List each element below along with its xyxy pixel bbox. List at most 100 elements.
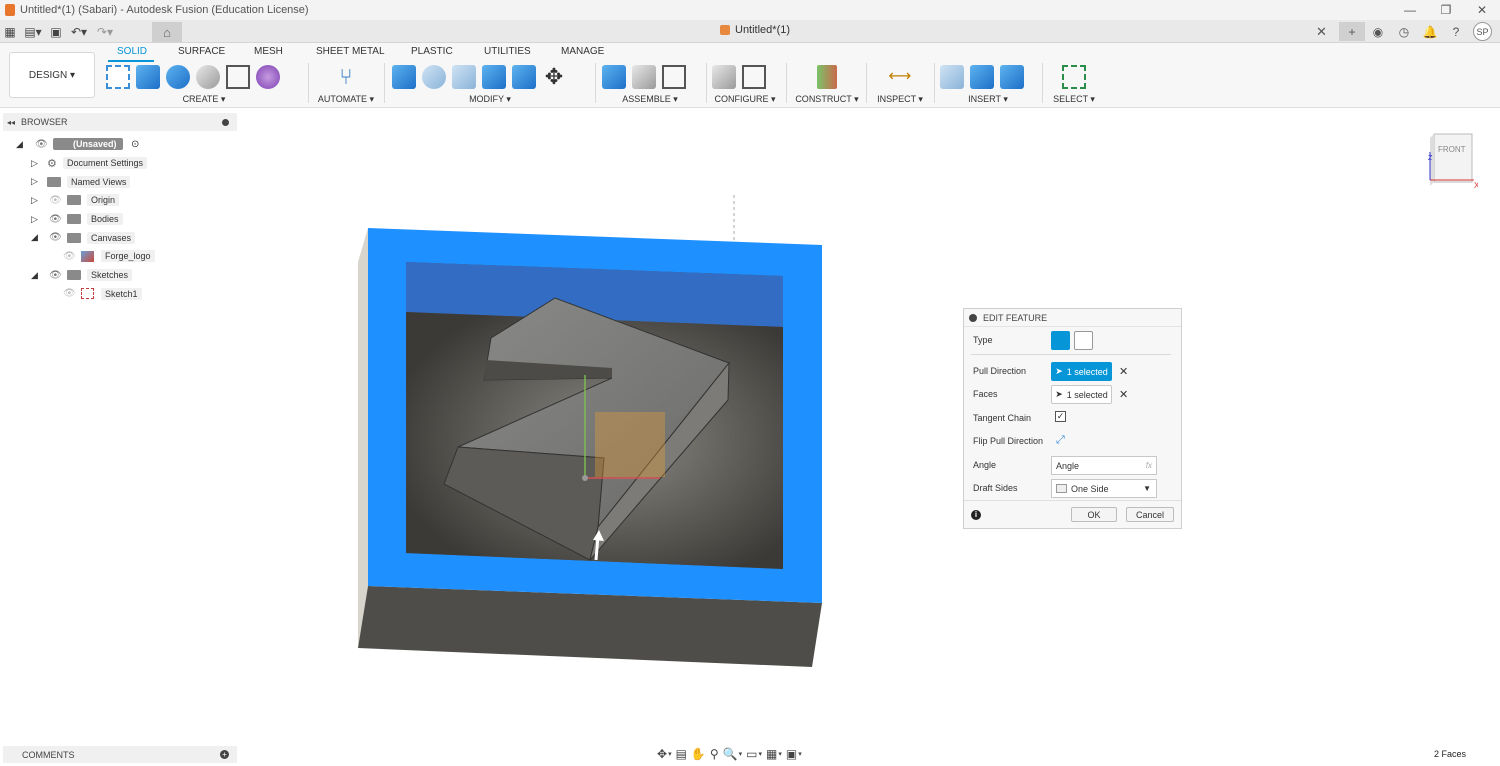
extrude-icon[interactable] (136, 65, 160, 89)
revolve-icon[interactable] (166, 65, 190, 89)
restore-button[interactable]: ❐ (1428, 0, 1464, 20)
tree-item-sketches[interactable]: ◢ 👁 Sketches (3, 266, 237, 285)
sync-icon[interactable]: ◉ (1365, 22, 1391, 41)
save-icon[interactable]: ▣ (46, 25, 66, 39)
viewports-icon[interactable]: ▣ ▾ (786, 747, 802, 761)
construct-menu[interactable]: CONSTRUCT ▾ (794, 94, 860, 105)
hole-icon[interactable] (196, 65, 220, 89)
expanded-triangle-icon[interactable]: ◢ (31, 232, 38, 243)
collapsed-triangle-icon[interactable]: ▷ (31, 214, 38, 225)
form-icon[interactable] (256, 65, 280, 89)
model-viewport[interactable] (350, 190, 830, 670)
tab-mesh[interactable]: MESH (254, 46, 283, 57)
help-icon[interactable]: ? (1443, 22, 1469, 41)
chamfer-icon[interactable] (452, 65, 476, 89)
tree-item-bodies[interactable]: ▷ 👁 Bodies (3, 210, 237, 229)
combine-icon[interactable] (512, 65, 536, 89)
avatar[interactable]: SP (1473, 22, 1492, 41)
undo-icon[interactable]: ↶▾ (66, 25, 92, 39)
orbit-icon[interactable]: ✥ ▾ (657, 747, 672, 761)
zoom-icon[interactable]: ⚲ (710, 747, 719, 761)
create-menu[interactable]: CREATE ▾ (106, 94, 302, 105)
expanded-triangle-icon[interactable]: ◢ (31, 270, 38, 281)
hidden-eye-icon[interactable]: 👁 (49, 195, 62, 206)
hidden-eye-icon[interactable]: 👁 (63, 251, 76, 262)
workspace-switcher[interactable]: DESIGN ▾ (9, 52, 95, 98)
collapse-panel-icon[interactable]: ◂◂ (7, 118, 15, 127)
parting-line-type-icon[interactable] (1074, 331, 1093, 350)
plane-icon[interactable] (817, 65, 837, 89)
collapsed-triangle-icon[interactable]: ▷ (31, 158, 38, 169)
table-icon[interactable] (662, 65, 686, 89)
add-comment-icon[interactable]: + (220, 750, 229, 759)
new-tab-icon[interactable]: + (1339, 22, 1365, 41)
grid-settings-icon[interactable]: ▦ ▾ (766, 747, 782, 761)
fillet-icon[interactable] (422, 65, 446, 89)
activate-radio-icon[interactable]: ⊙ (131, 139, 139, 150)
tree-item-forge-logo[interactable]: 👁 Forge_logo (3, 247, 237, 266)
visibility-eye-icon[interactable]: 👁 (49, 214, 62, 225)
display-settings-icon[interactable]: ▭ ▾ (746, 747, 762, 761)
panel-pin-icon[interactable] (222, 118, 229, 126)
fit-icon[interactable]: 🔍 ▾ (723, 747, 742, 761)
fx-icon[interactable]: fx (1146, 461, 1152, 470)
tree-item-origin[interactable]: ▷ 👁 Origin (3, 191, 237, 210)
pull-direction-select[interactable]: ➤ 1 selected (1051, 362, 1112, 381)
configuration-table-icon[interactable] (742, 65, 766, 89)
tree-item-named-views[interactable]: ▷ Named Views (3, 172, 237, 191)
assemble-menu[interactable]: ASSEMBLE ▾ (602, 94, 698, 105)
insert-component-icon[interactable] (970, 65, 994, 89)
insert-derive-icon[interactable] (940, 65, 964, 89)
collapse-dialog-icon[interactable] (969, 313, 977, 322)
tangent-chain-checkbox[interactable]: ✓ (1055, 411, 1066, 422)
clear-pull-direction-icon[interactable]: ✕ (1119, 365, 1128, 378)
create-sketch-icon[interactable] (106, 65, 130, 89)
tab-utilities[interactable]: UTILITIES (484, 46, 531, 57)
move-icon[interactable]: ✥ (542, 65, 566, 89)
home-icon[interactable]: ⌂ (152, 22, 182, 42)
visibility-eye-icon[interactable]: 👁 (49, 232, 62, 243)
close-window-button[interactable]: ✕ (1464, 0, 1500, 20)
new-component-icon[interactable] (602, 65, 626, 89)
press-pull-icon[interactable] (392, 65, 416, 89)
cube-front-face[interactable] (1433, 133, 1473, 183)
tree-item-canvases[interactable]: ◢ 👁 Canvases (3, 228, 237, 247)
cancel-button[interactable]: Cancel (1126, 507, 1174, 522)
pattern-icon[interactable] (226, 65, 250, 89)
draft-sides-select[interactable]: One Side ▼ (1051, 479, 1157, 498)
insert-menu[interactable]: INSERT ▾ (940, 94, 1036, 105)
select-icon[interactable] (1062, 65, 1086, 89)
expanded-triangle-icon[interactable]: ◢ (16, 139, 23, 150)
job-status-icon[interactable]: ◷ (1391, 22, 1417, 41)
modify-menu[interactable]: MODIFY ▾ (392, 94, 588, 105)
ok-button[interactable]: OK (1071, 507, 1117, 522)
faces-select[interactable]: ➤ 1 selected (1051, 385, 1112, 404)
clear-faces-icon[interactable]: ✕ (1119, 388, 1128, 401)
tab-manage[interactable]: MANAGE (561, 46, 604, 57)
look-at-icon[interactable]: ▤ (676, 747, 687, 761)
notifications-icon[interactable]: 🔔 (1417, 22, 1443, 41)
close-tab-icon[interactable]: ✕ (1316, 24, 1327, 40)
hidden-eye-icon[interactable]: 👁 (63, 288, 76, 299)
tree-root[interactable]: ◢ 👁 (Unsaved) ⊙ (3, 135, 237, 154)
minimize-button[interactable]: — (1392, 0, 1428, 20)
info-icon[interactable]: i (971, 510, 981, 520)
tab-solid[interactable]: SOLID (117, 46, 147, 57)
collapsed-triangle-icon[interactable]: ▷ (31, 195, 38, 206)
tab-untitled[interactable]: Untitled*(1) (720, 24, 790, 36)
configure-menu[interactable]: CONFIGURE ▾ (712, 94, 778, 105)
angle-input[interactable]: Angle fx (1051, 456, 1157, 475)
visibility-eye-icon[interactable]: 👁 (49, 270, 62, 281)
configure-icon[interactable] (712, 65, 736, 89)
collapsed-triangle-icon[interactable]: ▷ (31, 176, 38, 187)
file-icon[interactable]: ▤▾ (20, 25, 46, 39)
flip-direction-icon[interactable]: ⤢ (1056, 434, 1065, 447)
insert-image-icon[interactable] (1000, 65, 1024, 89)
inspect-menu[interactable]: INSPECT ▾ (872, 94, 928, 105)
pan-icon[interactable]: ✋ (691, 747, 706, 761)
shell-icon[interactable] (482, 65, 506, 89)
visibility-eye-icon[interactable]: 👁 (35, 139, 48, 150)
select-menu[interactable]: SELECT ▾ (1048, 94, 1100, 105)
joint-icon[interactable] (632, 65, 656, 89)
tab-surface[interactable]: SURFACE (178, 46, 225, 57)
